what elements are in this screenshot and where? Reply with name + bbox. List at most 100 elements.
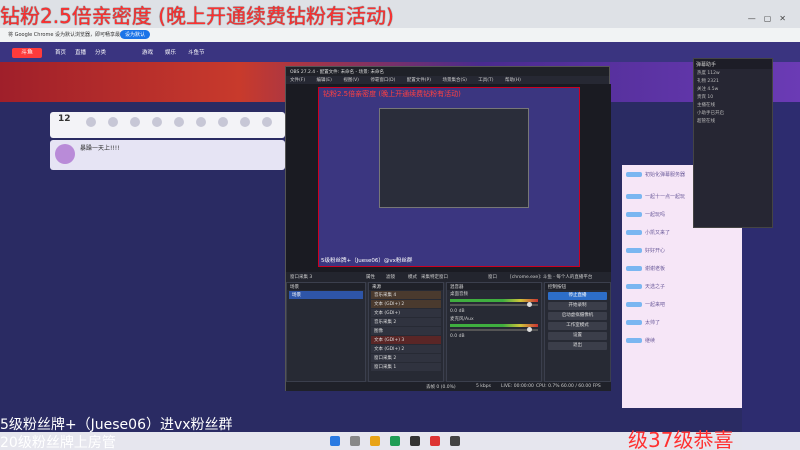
menu-docks[interactable]: 停靠窗口(D) [370, 78, 395, 83]
menu-profile[interactable]: 配置文件(P) [407, 78, 431, 83]
anchor-title: 暴躁一天上!!!! [80, 145, 120, 152]
avatar[interactable] [55, 144, 75, 164]
sources-header: 来源 [369, 283, 443, 290]
scenes-header: 场景 [287, 283, 365, 290]
site-logo[interactable]: 斗鱼 [12, 48, 42, 58]
source-item[interactable]: 文本 (GDI+) 2 [371, 345, 441, 353]
default-browser-infobar: 将 Google Chrome 设为默认浏览器，即可畅享最新版本。 设为默认 [0, 28, 800, 42]
rank-icon[interactable] [86, 117, 96, 127]
task-icon[interactable] [130, 117, 140, 127]
mixer-header: 混音器 [447, 283, 541, 290]
mixer-dock: 混音器 桌面音频 0.0 dB 麦克风/Aux 0.0 dB [446, 282, 542, 382]
mode-label: 模式 [408, 275, 417, 280]
scene-item[interactable]: 场景 [289, 291, 363, 299]
share-icon[interactable] [262, 117, 272, 127]
overlay-title: 钻粉2.5倍亲密度 (晚上开通续费钻粉有活动) [0, 4, 394, 28]
source-item[interactable]: 音乐采集 2 [371, 318, 441, 326]
helper-row: 热度 112w [697, 71, 720, 76]
overlay-mod-note: 20级粉丝牌上房管 [0, 435, 116, 450]
start-icon[interactable] [330, 436, 340, 446]
send-icon[interactable] [218, 117, 228, 127]
source-item[interactable]: 音乐采集 4 [371, 291, 441, 299]
source-item[interactable]: 文本 (GDI+) 3 [371, 336, 441, 344]
nav-category[interactable]: 分类 [95, 48, 106, 56]
stop-streaming-button[interactable]: 停止直播 [548, 292, 607, 300]
audio-meter [450, 299, 538, 302]
menu-tools[interactable]: 工具(T) [478, 78, 493, 83]
chat-line: 继续 [626, 337, 655, 344]
obs-window[interactable]: OBS 27.2.4 - 配置文件: 未命名 - 场景: 未命名 文件(F) 编… [285, 66, 611, 391]
window-controls[interactable]: —▢✕ [748, 14, 794, 23]
source-item[interactable]: 图像 [371, 327, 441, 335]
menu-edit[interactable]: 编辑(E) [317, 78, 332, 83]
settings-button[interactable]: 设置 [548, 332, 607, 340]
sources-dock: 来源 音乐采集 4 文本 (GDI+) 2 文本 (GDI+) 音乐采集 2 图… [368, 282, 444, 382]
audio-meter [450, 324, 538, 327]
source-item[interactable]: 窗口采集 1 [371, 363, 441, 371]
nav-fest[interactable]: 斗鱼节 [188, 48, 205, 56]
fps: 60.00 / 60.00 FPS [561, 384, 601, 389]
window-select[interactable]: [chrome.exe]: 斗鱼 - 每个人的直播平台 [510, 274, 592, 280]
app-icon[interactable] [430, 436, 440, 446]
live-time: LIVE: 00:00:00 [501, 384, 534, 389]
chat-line: 一起十一点一起玩 [626, 193, 685, 200]
set-default-button[interactable]: 设为默认 [120, 30, 151, 39]
shop-icon[interactable] [108, 117, 118, 127]
menu-view[interactable]: 视图(V) [343, 78, 359, 83]
redpacket-icon[interactable] [240, 117, 250, 127]
obs-statusbar: 丢帧 0 (0.0%) 5 kbps LIVE: 00:00:00 CPU: 0… [286, 382, 611, 391]
preview-canvas: 钻粉2.5倍亲密度 (晚上开通续费钻粉有活动) 5级粉丝牌+（Juese06）@… [318, 87, 580, 267]
anchor-card: 暴躁一天上!!!! [50, 140, 285, 170]
obs-docks: 场景 场景 来源 音乐采集 4 文本 (GDI+) 2 文本 (GDI+) 音乐… [286, 282, 611, 382]
chrome-icon[interactable] [390, 436, 400, 446]
scenes-dock: 场景 场景 [286, 282, 366, 382]
properties-button[interactable]: 属性 [366, 274, 375, 280]
window-label: 窗口 [488, 275, 497, 280]
obs-menubar: 文件(F) 编辑(E) 视图(V) 停靠窗口(D) 配置文件(P) 场景集合(S… [286, 76, 609, 84]
chat-line: 天选之子 [626, 283, 665, 290]
bitrate: 5 kbps [476, 384, 491, 389]
overlay-congrats: 级37级恭喜 [628, 428, 734, 450]
virtual-camera-button[interactable]: 启动虚拟摄像机 [548, 312, 607, 320]
exit-button[interactable]: 退出 [548, 342, 607, 350]
contrib-icon[interactable] [174, 117, 184, 127]
room-count: 12 [58, 114, 71, 124]
helper-row: 关注 4.5w [697, 87, 719, 92]
menu-scene-collection[interactable]: 场景集合(S) [442, 78, 466, 83]
app-icon[interactable] [450, 436, 460, 446]
volume-slider[interactable] [450, 302, 538, 307]
site-nav: 斗鱼 首页 直播 分类 游戏 娱乐 斗鱼节 [0, 42, 800, 62]
nav-live[interactable]: 直播 [75, 48, 86, 56]
chat-line: 好好开心 [626, 247, 665, 254]
controls-dock: 控制按钮 停止直播 开始录制 启动虚拟摄像机 工作室模式 设置 退出 [544, 282, 611, 382]
preview-nested-obs [379, 108, 529, 208]
gift-icon[interactable] [196, 117, 206, 127]
mode-select[interactable]: 采集特定窗口 [421, 274, 448, 280]
mixer-channel-db: 0.0 dB [450, 334, 465, 339]
danmaku-helper-window[interactable]: 弹幕助手 热度 112w 礼物 2321 关注 4.5w 贵宾 10 主播在线 … [693, 58, 773, 228]
start-recording-button[interactable]: 开始录制 [548, 302, 607, 310]
explorer-icon[interactable] [370, 436, 380, 446]
studio-mode-button[interactable]: 工作室模式 [548, 322, 607, 330]
source-item[interactable]: 文本 (GDI+) 2 [371, 300, 441, 308]
obs-preview[interactable]: 钻粉2.5倍亲密度 (晚上开通续费钻粉有活动) 5级粉丝牌+（Juese06）@… [286, 84, 611, 272]
helper-row: 贵宾 10 [697, 95, 714, 100]
filters-button[interactable]: 滤镜 [386, 274, 395, 280]
obs-icon[interactable] [410, 436, 420, 446]
nav-games[interactable]: 游戏 [142, 48, 153, 56]
helper-row: 超管在线 [697, 119, 715, 124]
fans-icon[interactable] [152, 117, 162, 127]
search-icon[interactable] [350, 436, 360, 446]
nav-ent[interactable]: 娱乐 [165, 48, 176, 56]
menu-help[interactable]: 帮助(H) [505, 78, 521, 83]
dropped-frames: 丢帧 0 (0.0%) [426, 385, 456, 390]
source-item[interactable]: 窗口采集 2 [371, 354, 441, 362]
cpu-usage: CPU: 0.7% [536, 384, 560, 389]
preview-title: 钻粉2.5倍亲密度 (晚上开通续费钻粉有活动) [323, 90, 461, 98]
menu-file[interactable]: 文件(F) [290, 78, 305, 83]
source-item[interactable]: 文本 (GDI+) [371, 309, 441, 317]
helper-row: 主播在线 [697, 103, 715, 108]
volume-slider[interactable] [450, 327, 538, 332]
mixer-channel-name: 麦克风/Aux [450, 317, 474, 322]
nav-home[interactable]: 首页 [55, 48, 66, 56]
